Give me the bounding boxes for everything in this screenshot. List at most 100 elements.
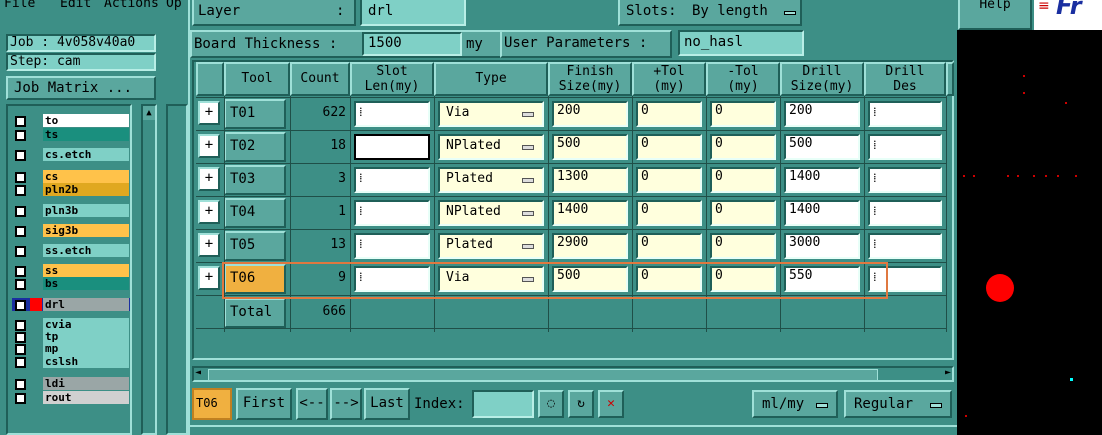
expand-row-icon[interactable]: + [198, 101, 220, 125]
layer-checkbox[interactable] [15, 116, 26, 127]
layer-item-ss[interactable]: ss [12, 264, 130, 277]
tool-cell[interactable]: T02 [224, 132, 286, 162]
finish-size-input[interactable]: 500 [552, 134, 628, 160]
layer-checkbox[interactable] [15, 226, 26, 237]
minus-tol-input[interactable]: 0 [710, 233, 776, 259]
layer-name: bs [43, 277, 129, 290]
layer-item-ts[interactable]: ts [12, 128, 130, 141]
expand-row-icon[interactable]: + [198, 134, 220, 158]
tool-cell[interactable]: T05 [224, 231, 286, 261]
layer-item-mp[interactable]: mp [12, 342, 130, 355]
help-button[interactable]: Help [958, 0, 1032, 30]
layer-checkbox[interactable] [15, 379, 26, 390]
drill-size-input[interactable]: 1400 [784, 167, 860, 193]
hscroll-thumb[interactable] [208, 369, 878, 381]
finish-size-input[interactable]: 1300 [552, 167, 628, 193]
layer-checkbox[interactable] [15, 393, 26, 404]
type-dropdown[interactable]: NPlated [438, 200, 544, 226]
expand-row-icon[interactable]: + [198, 233, 220, 257]
minus-tol-input[interactable]: 0 [710, 101, 776, 127]
last-button[interactable]: Last [364, 388, 410, 420]
layer-item-pln2b[interactable]: pln2b [12, 183, 130, 196]
next-button[interactable]: --> [330, 388, 362, 420]
menu-options[interactable]: Op [166, 0, 182, 11]
expand-row-icon[interactable]: + [198, 167, 220, 191]
layer-checkbox[interactable] [15, 300, 26, 311]
drill-des-input[interactable]: ⁞ [868, 233, 942, 259]
expand-row-icon[interactable]: + [198, 200, 220, 224]
plus-tol-input[interactable]: 0 [636, 200, 702, 226]
drill-des-input[interactable]: ⁞ [868, 167, 942, 193]
layer-item-cs-etch[interactable]: cs.etch [12, 148, 130, 161]
drill-size-input[interactable]: 200 [784, 101, 860, 127]
expand-row-icon[interactable]: + [198, 266, 220, 290]
scroll-left-icon[interactable]: ◄ [195, 367, 201, 378]
lamp-icon[interactable]: ◌ [538, 390, 564, 418]
layer-item-cs[interactable]: cs [12, 170, 130, 183]
table-hscrollbar[interactable]: ◄ ► [192, 366, 954, 382]
slot-len-input[interactable]: ⁞ [354, 101, 430, 127]
drill-des-input[interactable]: ⁞ [868, 101, 942, 127]
slot-len-input[interactable]: ⁞ [354, 233, 430, 259]
layer-item-ldi[interactable]: ldi [12, 377, 130, 390]
layer-item-rout[interactable]: rout [12, 391, 130, 404]
plus-tol-input[interactable]: 0 [636, 167, 702, 193]
layer-item-to[interactable]: to [12, 114, 130, 127]
tool-cell[interactable]: T03 [224, 165, 286, 195]
finish-size-input[interactable]: 200 [552, 101, 628, 127]
layer-checkbox[interactable] [15, 206, 26, 217]
layer-item-cslsh[interactable]: cslsh [12, 355, 130, 368]
minus-tol-input[interactable]: 0 [710, 200, 776, 226]
layer-checkbox[interactable] [15, 266, 26, 277]
tool-cell[interactable]: T01 [224, 99, 286, 129]
tool-cell[interactable]: T04 [224, 198, 286, 228]
scroll-right-icon[interactable]: ► [945, 367, 951, 378]
plus-tol-input[interactable]: 0 [636, 101, 702, 127]
drill-des-input[interactable]: ⁞ [868, 134, 942, 160]
scroll-up-icon[interactable]: ▲ [143, 106, 155, 120]
delete-icon[interactable]: ✕ [598, 390, 624, 418]
finish-size-input[interactable]: 1400 [552, 200, 628, 226]
units-dropdown[interactable]: ml/my [752, 390, 838, 418]
mode-dropdown[interactable]: Regular [844, 390, 952, 418]
type-dropdown[interactable]: Plated [438, 233, 544, 259]
layer-checkbox[interactable] [15, 185, 26, 196]
layer-item-ss-etch[interactable]: ss.etch [12, 244, 130, 257]
menu-actions[interactable]: Actions [104, 0, 159, 11]
type-dropdown[interactable]: Via [438, 101, 544, 127]
drill-size-input[interactable]: 3000 [784, 233, 860, 259]
layer-checkbox[interactable] [15, 279, 26, 290]
layer-item-sig3b[interactable]: sig3b [12, 224, 130, 237]
plus-tol-input[interactable]: 0 [636, 134, 702, 160]
drill-size-input[interactable]: 500 [784, 134, 860, 160]
minus-tol-input[interactable]: 0 [710, 134, 776, 160]
slot-len-input[interactable]: ⁞ [354, 200, 430, 226]
job-matrix-button[interactable]: Job Matrix ... [6, 76, 156, 100]
first-button[interactable]: First [236, 388, 292, 420]
minus-tol-input[interactable]: 0 [710, 167, 776, 193]
plus-tol-input[interactable]: 0 [636, 233, 702, 259]
menu-file[interactable]: File [4, 0, 35, 11]
type-dropdown[interactable]: Plated [438, 167, 544, 193]
layer-item-bs[interactable]: bs [12, 277, 130, 290]
layer-list-scrollbar[interactable]: ▲ [141, 104, 157, 435]
layer-checkbox[interactable] [15, 150, 26, 161]
layer-checkbox[interactable] [15, 357, 26, 368]
slot-len-input[interactable]: ⁞ [354, 167, 430, 193]
slot-len-input[interactable] [354, 134, 430, 160]
layer-item-drl[interactable]: drl [12, 298, 130, 311]
layer-checkbox[interactable] [15, 246, 26, 257]
layer-checkbox[interactable] [15, 344, 26, 355]
index-field[interactable] [472, 390, 534, 418]
graphics-canvas[interactable] [957, 30, 1102, 435]
layer-checkbox[interactable] [15, 130, 26, 141]
finish-size-input[interactable]: 2900 [552, 233, 628, 259]
menu-edit[interactable]: Edit [60, 0, 91, 11]
layer-item-pln3b[interactable]: pln3b [12, 204, 130, 217]
type-dropdown[interactable]: NPlated [438, 134, 544, 160]
drill-size-input[interactable]: 1400 [784, 200, 860, 226]
layer-checkbox[interactable] [15, 172, 26, 183]
drill-des-input[interactable]: ⁞ [868, 200, 942, 226]
refresh-icon[interactable]: ↻ [568, 390, 594, 418]
prev-button[interactable]: <-- [296, 388, 328, 420]
